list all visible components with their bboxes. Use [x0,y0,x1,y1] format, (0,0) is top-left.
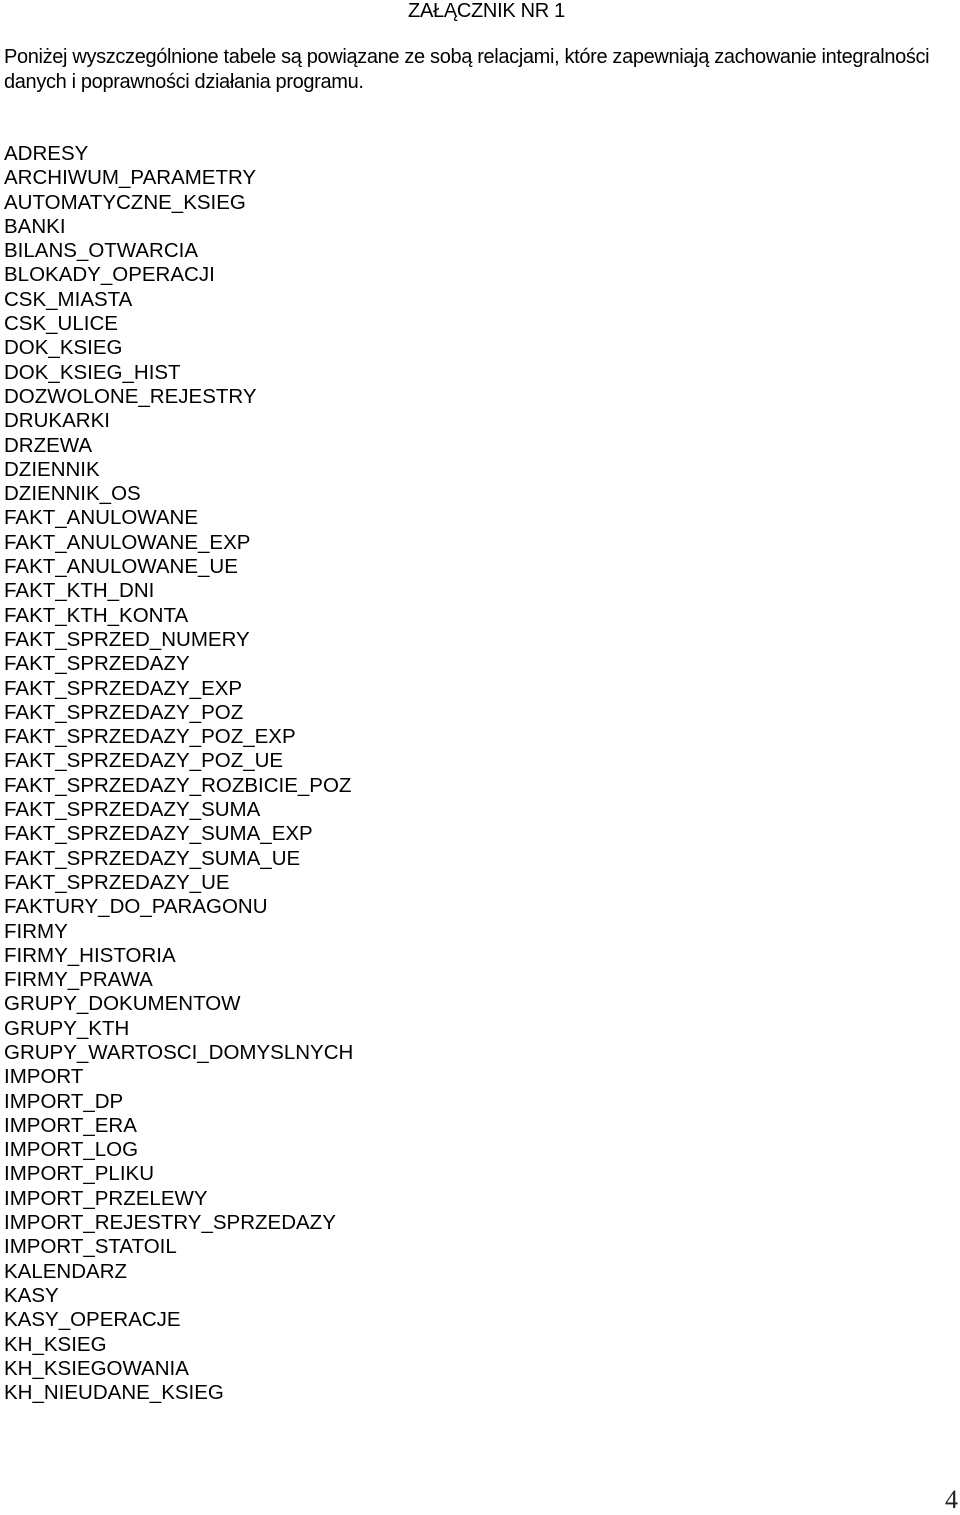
table-name-item: DRUKARKI [4,409,110,433]
table-name-item: FAKT_SPRZEDAZY_ROZBICIE_POZ [4,773,352,797]
table-name-item: FAKT_SPRZEDAZY_SUMA_UE [4,846,301,870]
table-name-item: IMPORT_LOG [4,1138,139,1162]
table-name-item: CSK_ULICE [4,312,118,336]
table-name-item: GRUPY_WARTOSCI_DOMYSLNYCH [4,1040,354,1064]
table-name-item: ADRESY [4,142,89,165]
table-name-item: FAKT_SPRZEDAZY_POZ_UE [4,749,284,773]
table-name-item: FIRMY_HISTORIA [4,943,176,967]
table-name-item: DZIENNIK [4,457,100,481]
table-name-item: KASY [4,1283,59,1307]
table-name-item: DOK_KSIEG [4,336,123,360]
table-name-item: BILANS_OTWARCIA [4,239,199,263]
table-name-item: KALENDARZ [4,1259,128,1283]
table-name-item: FAKT_ANULOWANE_UE [4,555,238,579]
table-name-item: DRZEWA [4,433,93,457]
table-name-item: IMPORT_REJESTRY_SPRZEDAZY [4,1211,336,1235]
table-name-item: FAKTURY_DO_PARAGONU [4,895,268,919]
table-name-item: FAKT_SPRZEDAZY_UE [4,870,230,894]
table-name-item: FAKT_SPRZEDAZY_POZ_EXP [4,725,296,749]
table-name-item: KH_KSIEG [4,1332,107,1356]
table-name-item: FAKT_KTH_KONTA [4,603,189,627]
intro-paragraph: Poniżej wyszczególnione tabele są powiąz… [4,46,930,93]
table-name-item: IMPORT [4,1065,84,1089]
table-name-item: KH_NIEUDANE_KSIEG [4,1381,224,1405]
table-name-item: AUTOMATYCZNE_KSIEG [4,190,246,214]
table-name-item: ARCHIWUM_PARAMETRY [4,166,257,190]
table-name-item: FAKT_SPRZEDAZY [4,652,190,676]
table-name-item: CSK_MIASTA [4,287,133,311]
table-name-item: BLOKADY_OPERACJI [4,263,215,287]
table-name-item: FIRMY_PRAWA [4,968,153,992]
table-name-item: GRUPY_DOKUMENTOW [4,992,241,1016]
table-name-item: IMPORT_DP [4,1089,124,1113]
table-name-item: IMPORT_PRZELEWY [4,1186,208,1210]
table-name-item: IMPORT_STATOIL [4,1235,177,1259]
table-name-item: FAKT_SPRZEDAZY_POZ [4,700,244,724]
table-name-item: DZIENNIK_OS [4,482,141,506]
table-name-item: KASY_OPERACJE [4,1308,181,1332]
table-name-item: DOK_KSIEG_HIST [4,360,181,384]
table-name-item: IMPORT_PLIKU [4,1162,154,1186]
table-name-item: FAKT_KTH_DNI [4,579,155,603]
table-name-item: KH_KSIEGOWANIA [4,1356,189,1380]
page-number: 4 [945,1485,958,1514]
table-name-item: FAKT_SPRZEDAZY_SUMA [4,798,261,822]
table-name-item: IMPORT_ERA [4,1113,137,1137]
table-name-item: FIRMY [4,919,68,943]
table-name-item: FAKT_ANULOWANE_EXP [4,530,251,554]
table-name-item: DOZWOLONE_REJESTRY [4,384,257,408]
document-title: ZAŁĄCZNIK NR 1 [408,0,565,22]
table-name-item: BANKI [4,214,66,238]
table-name-item: FAKT_ANULOWANE [4,506,199,530]
table-name-item: GRUPY_KTH [4,1016,130,1040]
table-name-item: FAKT_SPRZED_NUMERY [4,627,250,651]
table-name-item: FAKT_SPRZEDAZY_SUMA_EXP [4,822,313,846]
table-name-list: ADRESY ARCHIWUM_PARAMETRY AUTOMATYCZNE_KSI… [4,142,353,1405]
table-name-item: FAKT_SPRZEDAZY_EXP [4,676,243,700]
